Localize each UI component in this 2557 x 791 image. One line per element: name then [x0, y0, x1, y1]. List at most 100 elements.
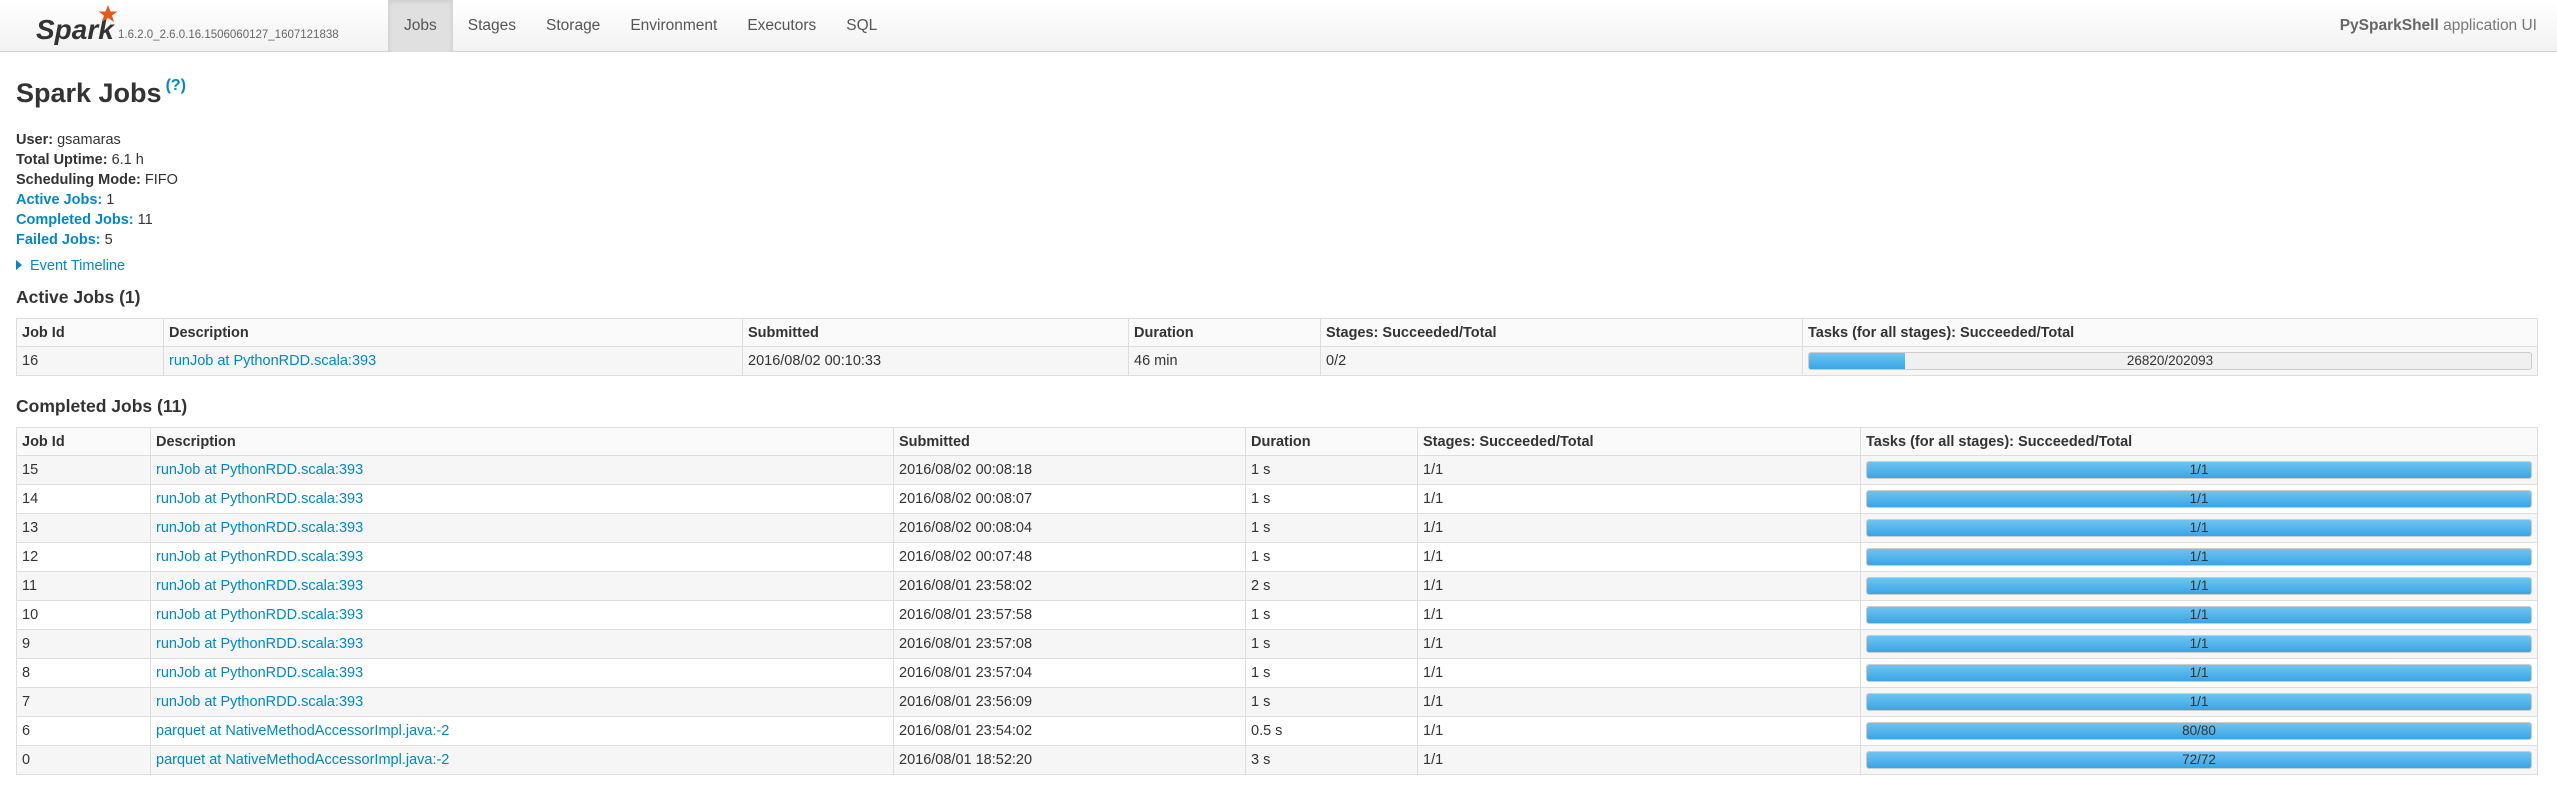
col-duration[interactable]: Duration: [1245, 427, 1418, 456]
job-id-cell: 10: [16, 600, 151, 630]
table-row: 16 runJob at PythonRDD.scala:393 2016/08/0…: [16, 346, 2538, 376]
summary-uptime-value: 6.1 h: [111, 152, 144, 168]
active-jobs-table: Job Id Description Submitted Duration St…: [16, 318, 2538, 376]
job-description-link[interactable]: parquet at NativeMethodAccessorImpl.java…: [156, 723, 449, 739]
job-id-cell: 11: [16, 571, 151, 601]
col-submitted[interactable]: Submitted: [742, 318, 1129, 347]
completed-jobs-table: Job Id Description Submitted Duration St…: [16, 427, 2538, 775]
submitted-cell: 2016/08/01 23:57:04: [893, 658, 1246, 688]
submitted-cell: 2016/08/01 18:52:20: [893, 745, 1246, 775]
tasks-progress-bar: 1/1: [1866, 490, 2532, 508]
summary-user: User: gsamaras: [16, 130, 178, 150]
duration-cell: 1 s: [1245, 629, 1418, 659]
duration-cell: 1 s: [1245, 687, 1418, 717]
duration-cell: 1 s: [1245, 513, 1418, 543]
submitted-cell: 2016/08/02 00:07:48: [893, 542, 1246, 572]
summary-uptime-label: Total Uptime:: [16, 152, 108, 168]
tasks-progress-text: 1/1: [2189, 462, 2209, 477]
summary-completed: Completed Jobs: 11: [16, 210, 178, 230]
tasks-progress-text: 1/1: [2189, 549, 2209, 564]
job-description-link[interactable]: runJob at PythonRDD.scala:393: [156, 491, 363, 507]
active-jobs-body: 16 runJob at PythonRDD.scala:393 2016/08/0…: [16, 346, 2538, 376]
col-description[interactable]: Description: [163, 318, 743, 347]
job-description-link[interactable]: runJob at PythonRDD.scala:393: [156, 462, 363, 478]
tab-jobs[interactable]: Jobs: [388, 0, 453, 52]
tasks-cell: 1/1: [1860, 687, 2538, 717]
description-cell: runJob at PythonRDD.scala:393: [150, 484, 894, 514]
summary-failed: Failed Jobs: 5: [16, 230, 178, 250]
stages-cell: 1/1: [1417, 658, 1861, 688]
stages-cell: 1/1: [1417, 600, 1861, 630]
submitted-cell: 2016/08/01 23:56:09: [893, 687, 1246, 717]
tasks-cell: 72/72: [1860, 745, 2538, 775]
job-description-link[interactable]: runJob at PythonRDD.scala:393: [156, 549, 363, 565]
stages-cell: 1/1: [1417, 745, 1861, 775]
expand-triangle-icon: [16, 260, 22, 271]
col-description[interactable]: Description: [150, 427, 894, 456]
job-description-link[interactable]: runJob at PythonRDD.scala:393: [156, 665, 363, 681]
tasks-progress-text: 1/1: [2189, 578, 2209, 593]
tasks-progress-bar: 1/1: [1866, 461, 2532, 479]
table-row: 14 runJob at PythonRDD.scala:393 2016/08/0…: [16, 484, 2538, 514]
description-cell: runJob at PythonRDD.scala:393: [163, 346, 743, 376]
job-description-link[interactable]: runJob at PythonRDD.scala:393: [169, 353, 376, 369]
tasks-cell: 1/1: [1860, 455, 2538, 485]
failed-jobs-link[interactable]: Failed Jobs:: [16, 232, 101, 248]
event-timeline-label: Event Timeline: [30, 258, 126, 274]
tasks-cell: 80/80: [1860, 716, 2538, 746]
duration-cell: 1 s: [1245, 600, 1418, 630]
page-title-text: Spark Jobs: [16, 78, 162, 108]
job-description-link[interactable]: runJob at PythonRDD.scala:393: [156, 520, 363, 536]
summary-mode-label: Scheduling Mode:: [16, 172, 141, 188]
page-title: Spark Jobs (?): [16, 77, 186, 109]
tasks-progress-text: 72/72: [2182, 752, 2216, 767]
stages-cell: 1/1: [1417, 542, 1861, 572]
tasks-progress-text: 1/1: [2189, 520, 2209, 535]
col-job-id[interactable]: Job Id: [16, 318, 164, 347]
summary-failed-value: 5: [104, 232, 113, 248]
active-jobs-header-row: Job Id Description Submitted Duration St…: [16, 318, 2538, 347]
tasks-cell: 1/1: [1860, 629, 2538, 659]
col-stages[interactable]: Stages: Succeeded/Total: [1417, 427, 1861, 456]
tab-stages[interactable]: Stages: [453, 0, 531, 52]
tasks-cell: 1/1: [1860, 513, 2538, 543]
tab-executors[interactable]: Executors: [732, 0, 831, 52]
description-cell: runJob at PythonRDD.scala:393: [150, 542, 894, 572]
tab-sql[interactable]: SQL: [831, 0, 892, 52]
description-cell: parquet at NativeMethodAccessorImpl.java…: [150, 716, 894, 746]
tasks-progress-bar: 1/1: [1866, 635, 2532, 653]
submitted-cell: 2016/08/02 00:10:33: [742, 346, 1129, 376]
active-jobs-title[interactable]: Active Jobs (1): [16, 287, 140, 308]
event-timeline-toggle[interactable]: Event Timeline: [16, 258, 125, 274]
stages-cell: 1/1: [1417, 513, 1861, 543]
completed-jobs-link[interactable]: Completed Jobs:: [16, 212, 134, 228]
col-duration[interactable]: Duration: [1128, 318, 1321, 347]
col-submitted[interactable]: Submitted: [893, 427, 1246, 456]
tasks-progress-text: 1/1: [2189, 491, 2209, 506]
completed-jobs-title[interactable]: Completed Jobs (11): [16, 396, 187, 417]
tab-storage[interactable]: Storage: [531, 0, 615, 52]
description-cell: runJob at PythonRDD.scala:393: [150, 571, 894, 601]
duration-cell: 46 min: [1128, 346, 1321, 376]
job-description-link[interactable]: runJob at PythonRDD.scala:393: [156, 694, 363, 710]
submitted-cell: 2016/08/02 00:08:04: [893, 513, 1246, 543]
col-tasks[interactable]: Tasks (for all stages): Succeeded/Total: [1802, 318, 2538, 347]
job-description-link[interactable]: runJob at PythonRDD.scala:393: [156, 607, 363, 623]
description-cell: runJob at PythonRDD.scala:393: [150, 513, 894, 543]
active-jobs-link[interactable]: Active Jobs:: [16, 192, 102, 208]
col-job-id[interactable]: Job Id: [16, 427, 151, 456]
col-tasks[interactable]: Tasks (for all stages): Succeeded/Total: [1860, 427, 2538, 456]
summary-active-value: 1: [106, 192, 115, 208]
job-id-cell: 8: [16, 658, 151, 688]
job-description-link[interactable]: runJob at PythonRDD.scala:393: [156, 578, 363, 594]
help-link[interactable]: (?): [166, 77, 186, 94]
col-stages[interactable]: Stages: Succeeded/Total: [1320, 318, 1803, 347]
tab-environment[interactable]: Environment: [615, 0, 732, 52]
duration-cell: 2 s: [1245, 571, 1418, 601]
submitted-cell: 2016/08/02 00:08:18: [893, 455, 1246, 485]
job-description-link[interactable]: runJob at PythonRDD.scala:393: [156, 636, 363, 652]
stages-cell: 1/1: [1417, 629, 1861, 659]
jobs-summary: User: gsamaras Total Uptime: 6.1 h Sched…: [16, 130, 178, 250]
job-description-link[interactable]: parquet at NativeMethodAccessorImpl.java…: [156, 752, 449, 768]
description-cell: runJob at PythonRDD.scala:393: [150, 658, 894, 688]
